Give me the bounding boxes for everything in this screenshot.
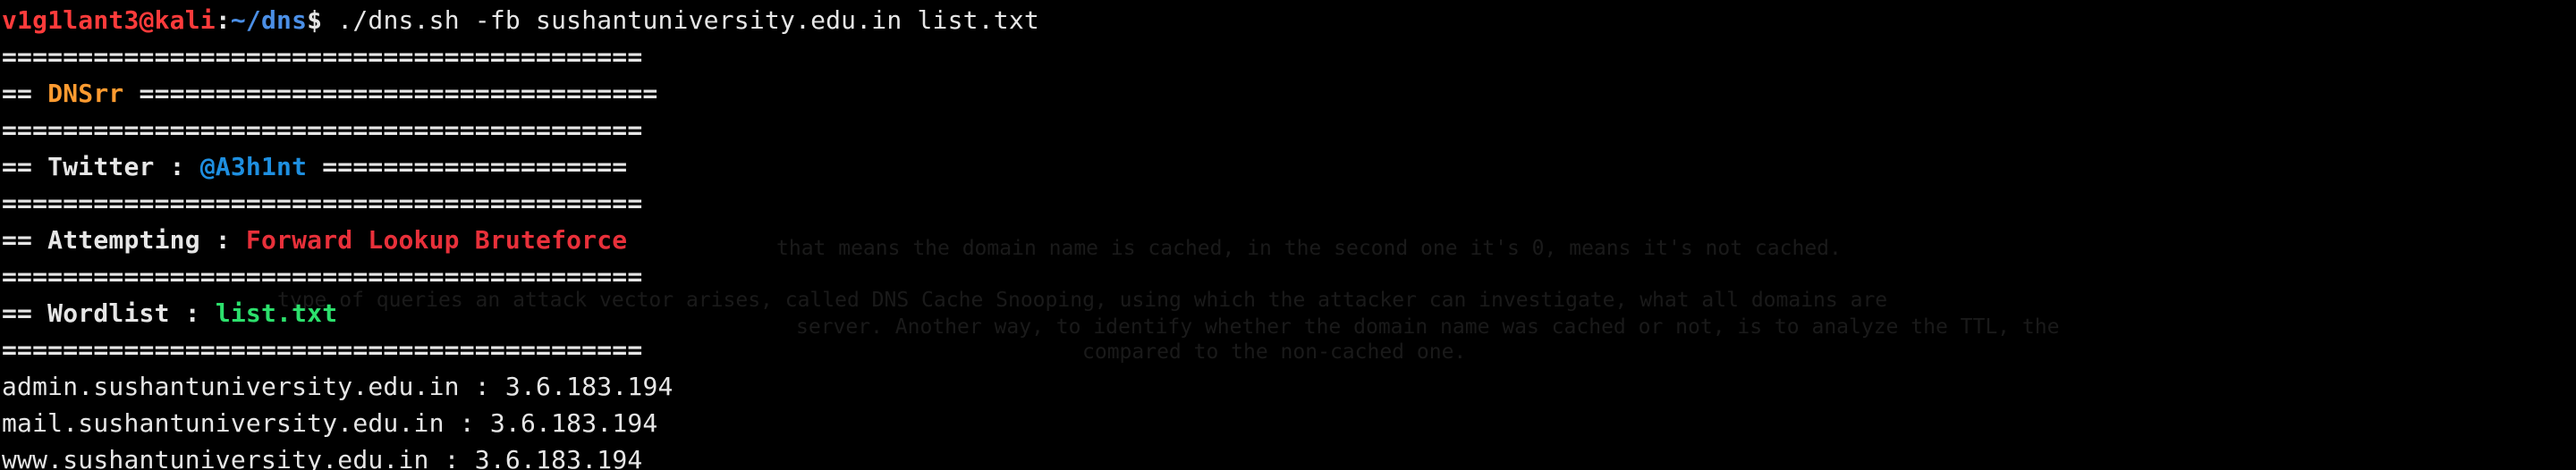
terminal-window[interactable]: that means the domain name is cached, in… [0,0,2576,470]
banner-rule: ========================================… [2,115,643,145]
result-separator: : [428,445,475,470]
banner-rule: ========================================… [2,335,643,365]
twitter-handle: @A3h1nt [199,152,308,181]
result-separator: : [459,372,505,401]
banner-rule: ========================================… [2,262,643,291]
banner-rule: ========================================… [2,189,643,218]
wordlist-prefix: == Wordlist : [2,298,216,328]
result-ip: 3.6.183.194 [489,408,658,438]
prompt-separator: : [215,5,231,35]
banner-tool-line: == DNSrr ===============================… [2,75,2569,112]
banner-attempting-line: == Attempting : Forward Lookup Bruteforc… [2,222,2569,258]
prompt-symbol: $ [307,5,323,35]
prompt-user-host: v1g1lant3@kali [2,5,216,35]
result-separator: : [444,408,490,438]
wordlist-value: list.txt [215,298,338,328]
command-prompt-line: v1g1lant3@kali:~/dns$ ./dns.sh -fb susha… [2,2,2569,38]
banner-tool-suffix: ================================== [123,79,658,108]
prompt-path: ~/dns [230,5,308,35]
banner-tool-prefix: == [2,79,48,108]
result-host: admin.sushantuniversity.edu.in [2,372,460,401]
twitter-prefix: == Twitter : [2,152,200,181]
banner-rule: ========================================… [2,42,643,71]
result-line: www.sushantuniversity.edu.in : 3.6.183.1… [2,441,2569,470]
result-ip: 3.6.183.194 [504,372,674,401]
twitter-suffix: ==================== [307,152,628,181]
result-host: www.sushantuniversity.edu.in [2,445,429,470]
command-text: ./dns.sh -fb sushantuniversity.edu.in li… [322,5,1039,35]
result-line: admin.sushantuniversity.edu.in : 3.6.183… [2,368,2569,405]
result-ip: 3.6.183.194 [474,445,643,470]
terminal-output: v1g1lant3@kali:~/dns$ ./dns.sh -fb susha… [2,2,2569,470]
banner-twitter-line: == Twitter : @A3h1nt ===================… [2,148,2569,185]
result-host: mail.sushantuniversity.edu.in [2,408,445,438]
attempting-value: Forward Lookup Bruteforce [245,225,628,255]
banner-wordlist-line: == Wordlist : list.txt [2,295,2569,332]
tool-name: DNSrr [47,79,124,108]
attempting-prefix: == Attempting : [2,225,246,255]
result-line: mail.sushantuniversity.edu.in : 3.6.183.… [2,405,2569,441]
